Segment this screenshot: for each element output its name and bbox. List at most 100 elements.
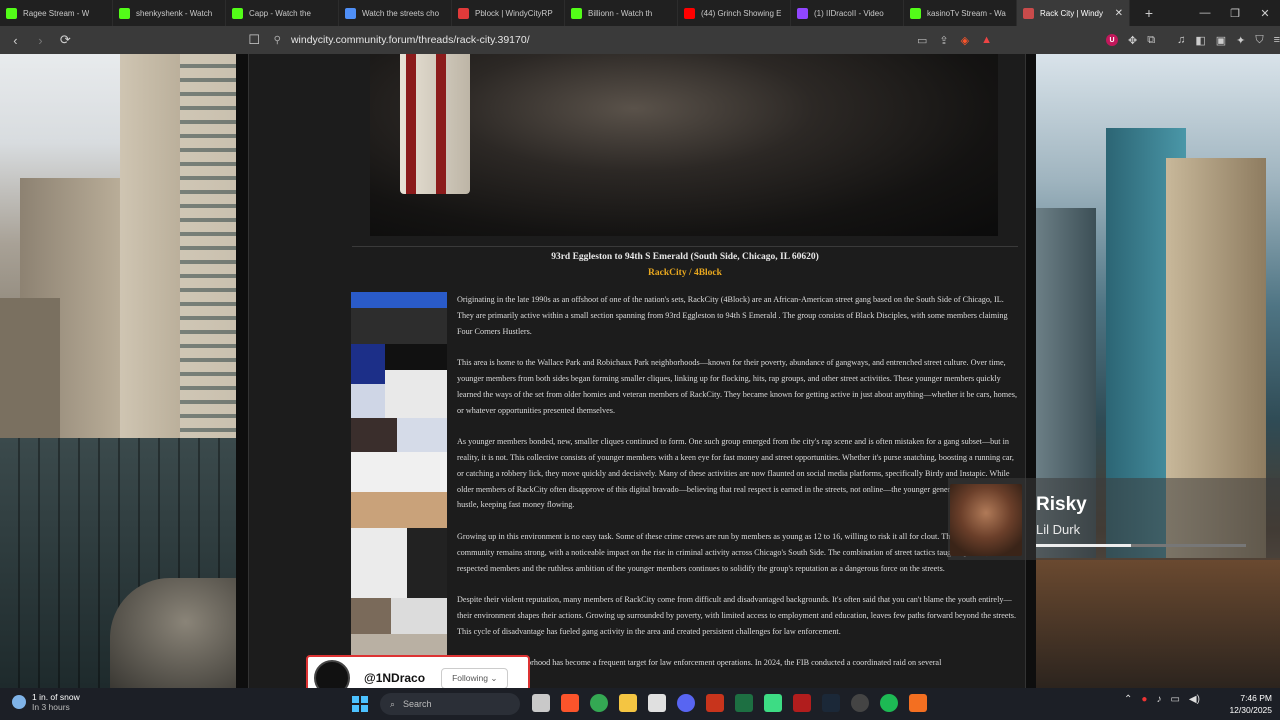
video-frame-detail	[436, 54, 446, 194]
weather-snow-icon	[12, 695, 26, 709]
following-button[interactable]: Following ⌄	[441, 667, 509, 689]
tab-favicon-icon	[6, 7, 17, 19]
app-icon[interactable]	[793, 694, 811, 712]
tray-app-icon[interactable]: ●	[1141, 694, 1147, 705]
brave-shield-icon[interactable]: ◈	[961, 34, 969, 47]
4k-app-icon[interactable]	[851, 694, 869, 712]
folder-icon[interactable]	[619, 694, 637, 712]
discord-icon[interactable]	[677, 694, 695, 712]
start-button[interactable]	[352, 696, 368, 712]
url-text[interactable]: windycity.community.forum/threads/rack-c…	[291, 34, 530, 46]
browser-tab[interactable]: Rack City | Windy ✕	[1017, 0, 1130, 26]
chevron-up-icon[interactable]: ⌃	[1124, 694, 1132, 705]
background-image-left	[0, 54, 236, 688]
now-playing-overlay: Risky Lil Durk	[948, 478, 1280, 560]
song-progress-bar	[1036, 544, 1246, 547]
reload-button[interactable]: ⟳	[56, 30, 75, 50]
system-tray: ⌃ ● ♪ ▭ ◀)	[1124, 694, 1200, 705]
tab-strip: Ragee Stream - W shenkyshenk - Watch Capp …	[0, 0, 1280, 26]
paragraph: This area is home to the Wallace Park an…	[457, 358, 1017, 415]
date: 12/30/2025	[1229, 705, 1272, 715]
browser-tab[interactable]: Billionn - Watch th	[565, 0, 678, 26]
browser-tab[interactable]: Ragee Stream - W	[0, 0, 113, 26]
extension-icon[interactable]: ✥	[1128, 34, 1137, 47]
web-page: 93rd Eggleston to 94th S Emerald (South …	[0, 54, 1280, 688]
minimize-button[interactable]: —	[1190, 7, 1220, 20]
wallet-icon[interactable]: ▣	[1216, 34, 1226, 47]
tab-favicon-icon	[1023, 7, 1034, 19]
taskbar-apps	[532, 694, 927, 712]
maximize-button[interactable]: ❐	[1220, 7, 1250, 20]
extension-u-icon[interactable]: U	[1105, 34, 1118, 46]
file-explorer-icon[interactable]	[532, 694, 550, 712]
app-icon[interactable]	[706, 694, 724, 712]
browser-tab[interactable]: shenkyshenk - Watch	[113, 0, 226, 26]
menu-icon[interactable]: ≡	[1274, 34, 1280, 46]
taskbar-search[interactable]: ⌕ Search	[380, 693, 520, 715]
screenshot-icon[interactable]: ⧉	[1147, 34, 1155, 47]
app-icon[interactable]	[909, 694, 927, 712]
tab-label: Rack City | Windy	[1040, 8, 1103, 18]
embedded-video[interactable]	[370, 54, 998, 236]
tab-favicon-icon	[910, 7, 921, 19]
tab-favicon-icon	[684, 7, 695, 19]
store-icon[interactable]	[648, 694, 666, 712]
browser-tab[interactable]: Capp - Watch the	[226, 0, 339, 26]
close-tab-icon[interactable]: ✕	[1111, 8, 1123, 19]
new-tab-button[interactable]: +	[1138, 2, 1160, 24]
excel-icon[interactable]	[735, 694, 753, 712]
mic-icon[interactable]: ♪	[1156, 694, 1161, 705]
forum-post: 93rd Eggleston to 94th S Emerald (South …	[248, 54, 1026, 688]
search-icon: ⌕	[390, 698, 396, 709]
sidebar-icon[interactable]: ◧	[1195, 34, 1205, 47]
steam-icon[interactable]	[822, 694, 840, 712]
brave-browser-icon[interactable]	[561, 694, 579, 712]
song-progress-fill	[1036, 544, 1131, 547]
image-collage[interactable]	[351, 292, 447, 688]
browser-tab[interactable]: (44) Grinch Showing E	[678, 0, 791, 26]
brave-rewards-icon[interactable]: ▲	[981, 34, 992, 47]
weather-text: 1 in. of snow	[32, 692, 80, 702]
weather-subtext: In 3 hours	[32, 702, 70, 712]
album-art	[950, 484, 1022, 556]
browser-tab[interactable]: Pblock | WindyCityRP	[452, 0, 565, 26]
vpn-icon[interactable]: ⛉	[1255, 34, 1263, 47]
close-window-button[interactable]: ✕	[1250, 7, 1280, 20]
chrome-icon[interactable]	[590, 694, 608, 712]
search-placeholder: Search	[403, 699, 432, 709]
tab-favicon-icon	[571, 7, 582, 19]
tab-label: (44) Grinch Showing E	[701, 8, 782, 18]
ai-icon[interactable]: ✦	[1236, 34, 1245, 47]
app-icon[interactable]	[764, 694, 782, 712]
tab-label: shenkyshenk - Watch	[136, 8, 213, 18]
browser-toolbar: ‹ › ⟳ ☐ ⚲ windycity.community.forum/thre…	[0, 26, 1280, 54]
weather-widget[interactable]: 1 in. of snow In 3 hours	[12, 692, 80, 712]
song-title: Risky	[1036, 494, 1087, 515]
browser-tab[interactable]: kasinoTv Stream - Wa	[904, 0, 1017, 26]
reader-mode-icon[interactable]: ▭	[917, 34, 927, 47]
browser-tab[interactable]: Watch the streets cho	[339, 0, 452, 26]
paragraph: Despite their violent reputation, many m…	[457, 595, 1017, 636]
network-icon[interactable]: ▭	[1170, 694, 1179, 705]
tab-favicon-icon	[797, 7, 808, 19]
tab-label: Billionn - Watch th	[588, 8, 653, 18]
back-button[interactable]: ‹	[6, 30, 25, 50]
tab-label: Watch the streets cho	[362, 8, 440, 18]
volume-icon[interactable]: ◀)	[1189, 694, 1200, 705]
music-icon[interactable]: ♫	[1177, 34, 1185, 46]
address-bar[interactable]: ⚲ windycity.community.forum/threads/rack…	[274, 29, 992, 51]
post-body: Originating in the late 1990s as an offs…	[457, 292, 1019, 687]
window-controls: — ❐ ✕	[1190, 7, 1280, 20]
tab-label: Capp - Watch the	[249, 8, 311, 18]
tab-favicon-icon	[119, 7, 130, 19]
forward-button[interactable]: ›	[31, 30, 50, 50]
bookmark-icon[interactable]: ☐	[245, 30, 264, 50]
spotify-icon[interactable]	[880, 694, 898, 712]
paragraph: The RackCity neighborhood has become a f…	[457, 658, 942, 668]
clock[interactable]: 7:46 PM 12/30/2025	[1224, 692, 1272, 716]
browser-tab[interactable]: (1) IIDracoII - Video	[791, 0, 904, 26]
tab-favicon-icon	[345, 7, 356, 19]
site-info-icon[interactable]: ⚲	[274, 35, 281, 46]
tab-label: Pblock | WindyCityRP	[475, 8, 553, 18]
share-icon[interactable]: ⇪	[939, 34, 948, 47]
